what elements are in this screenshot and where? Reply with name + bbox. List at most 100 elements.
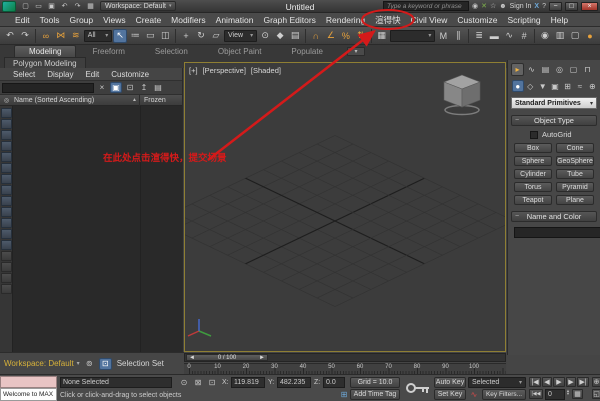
current-frame-field[interactable]: 0 — [545, 389, 565, 400]
torus-button[interactable]: Torus — [514, 182, 552, 192]
rendered-frame-icon[interactable]: ▢ — [568, 29, 582, 43]
geometry-category-icon[interactable]: ● — [512, 80, 524, 92]
z-coordinate-field[interactable]: 0.0 — [323, 377, 345, 388]
modify-tab-icon[interactable]: ∿ — [525, 63, 538, 76]
use-pivot-point-icon[interactable]: ⊙ — [258, 29, 272, 43]
angle-snap-icon[interactable]: ∠ — [324, 29, 338, 43]
clear-search-icon[interactable]: × — [96, 82, 108, 93]
explorer-search-input[interactable] — [2, 83, 94, 93]
tab-freeform[interactable]: Freeform — [78, 45, 138, 57]
select-and-manipulate-icon[interactable]: ◆ — [273, 29, 287, 43]
set-key-mode-icon[interactable] — [405, 379, 431, 397]
time-slider-handle[interactable]: ◄ 0 / 100 ► — [186, 354, 268, 361]
save-file-icon[interactable]: ▣ — [46, 1, 57, 11]
explorer-display-toggle-icon[interactable] — [1, 284, 12, 294]
autogrid-checkbox[interactable] — [530, 131, 538, 139]
explorer-menu-display[interactable]: Display — [42, 70, 78, 79]
explorer-display-toggle-icon[interactable] — [1, 130, 12, 140]
explorer-display-toggle-icon[interactable] — [1, 273, 12, 283]
explorer-menu-select[interactable]: Select — [8, 70, 40, 79]
exchange-apps-icon[interactable]: X — [534, 3, 539, 10]
tab-modeling[interactable]: Modeling — [14, 45, 76, 57]
create-tab-icon[interactable]: ▸ — [511, 63, 524, 76]
favorites-star-icon[interactable]: ☆ — [490, 2, 496, 10]
select-and-move-icon[interactable]: + — [179, 29, 193, 43]
menu-item-modifiers[interactable]: Modifiers — [166, 15, 210, 25]
menu-item-help[interactable]: Help — [546, 15, 573, 25]
cone-button[interactable]: Cone — [556, 143, 594, 153]
helpers-category-icon[interactable]: ⊞ — [562, 80, 573, 92]
spinner-snap-icon[interactable]: ⇅ — [354, 29, 368, 43]
y-coordinate-field[interactable]: 482.235 — [277, 377, 311, 388]
sign-in-link[interactable]: Sign In — [510, 3, 532, 10]
explorer-display-toggle-icon[interactable] — [1, 119, 12, 129]
x-coordinate-field[interactable]: 119.819 — [231, 377, 265, 388]
systems-category-icon[interactable]: ⊕ — [587, 80, 598, 92]
perspective-viewport[interactable]: [+] [Perspective] [Shaded] — [184, 62, 506, 352]
display-tab-icon[interactable]: ▢ — [567, 63, 580, 76]
menu-item-group[interactable]: Group — [65, 15, 99, 25]
pyramid-button[interactable]: Pyramid — [556, 182, 594, 192]
pick-parent-icon[interactable]: ↥ — [138, 82, 150, 93]
viewport-general-menu[interactable]: [+] — [189, 66, 198, 75]
plane-button[interactable]: Plane — [556, 195, 594, 205]
named-sets-dropdown[interactable]: ▾ — [390, 30, 436, 42]
lights-category-icon[interactable]: ▼ — [537, 80, 548, 92]
selection-lock-icon[interactable]: ⊡ — [99, 358, 112, 370]
explorer-menu-edit[interactable]: Edit — [80, 70, 104, 79]
auto-key-button[interactable]: Auto Key — [434, 377, 466, 388]
tube-button[interactable]: Tube — [556, 169, 594, 179]
column-frozen[interactable]: Frozen — [140, 97, 182, 104]
add-time-tag-icon[interactable]: ⊞ — [338, 389, 350, 400]
box-button[interactable]: Box — [514, 143, 552, 153]
object-type-rollout[interactable]: − Object Type — [511, 115, 597, 126]
frame-back-icon[interactable]: ◄ — [189, 355, 195, 361]
menu-item-animation[interactable]: Animation — [211, 15, 259, 25]
percent-snap-icon[interactable]: % — [339, 29, 353, 43]
cylinder-button[interactable]: Cylinder — [514, 169, 552, 179]
communication-center-icon[interactable]: ✕ — [481, 2, 487, 10]
snaps-toggle-icon[interactable]: ∩ — [309, 29, 323, 43]
select-and-rotate-icon[interactable]: ↻ — [194, 29, 208, 43]
explorer-menu-customize[interactable]: Customize — [106, 70, 154, 79]
menu-item-tools[interactable]: Tools — [35, 15, 65, 25]
select-by-name-icon[interactable]: ≔ — [128, 29, 142, 43]
lock-icon[interactable]: ⊡ — [124, 82, 136, 93]
selection-filter-dropdown[interactable]: All▾ — [84, 30, 112, 42]
add-time-tag-button[interactable]: Add Time Tag — [350, 389, 400, 400]
explorer-display-toggle-icon[interactable] — [1, 174, 12, 184]
menu-item-create[interactable]: Create — [131, 15, 167, 25]
chevron-down-icon[interactable]: ▾ — [77, 360, 80, 367]
menu-item-render-plugin[interactable]: 渲得快 — [370, 14, 406, 26]
menu-item-edit[interactable]: Edit — [10, 15, 35, 25]
motion-tab-icon[interactable]: ◎ — [553, 63, 566, 76]
geosphere-button[interactable]: GeoSphere — [556, 156, 594, 166]
select-and-scale-icon[interactable]: ▱ — [209, 29, 223, 43]
time-slider-track[interactable]: ◄ 0 / 100 ► — [184, 353, 506, 362]
select-object-icon[interactable]: ↖ — [113, 29, 127, 43]
ribbon-config-icon[interactable]: ▾ — [347, 47, 365, 56]
unlink-selection-icon[interactable]: ⋈ — [54, 29, 68, 43]
cameras-category-icon[interactable]: ▣ — [549, 80, 560, 92]
schematic-view-icon[interactable]: # — [517, 29, 531, 43]
sphere-button[interactable]: Sphere — [514, 156, 552, 166]
selected-set-dropdown[interactable]: Selected▾ — [468, 377, 526, 388]
go-to-start-icon[interactable]: |◀ — [529, 377, 541, 387]
explorer-select-icon[interactable]: ▣ — [110, 82, 122, 93]
explorer-display-toggle-icon[interactable] — [1, 185, 12, 195]
render-setup-icon[interactable]: ▥ — [553, 29, 567, 43]
zoom-icon[interactable]: ⊕ — [592, 377, 600, 387]
column-name[interactable]: ◎ Name (Sorted Ascending) ▲ — [0, 95, 140, 106]
hierarchy-tab-icon[interactable]: ▤ — [539, 63, 552, 76]
new-file-icon[interactable]: ▢ — [20, 1, 31, 11]
explorer-settings-icon[interactable]: ▤ — [152, 82, 164, 93]
explorer-list[interactable] — [0, 106, 182, 352]
workspace-dropdown[interactable]: Workspace: Default▾ — [100, 1, 176, 11]
close-button[interactable]: × — [581, 2, 598, 11]
maximize-button[interactable]: □ — [565, 2, 578, 11]
align-icon[interactable]: ∥ — [451, 29, 465, 43]
menu-item-civil-view[interactable]: Civil View — [406, 15, 453, 25]
timeline-ruler[interactable]: 0 10 20 30 40 50 60 70 80 90 100 — [184, 363, 506, 374]
frame-spinner[interactable]: ▲▼ — [566, 389, 570, 395]
keyboard-override-icon[interactable]: ▤ — [288, 29, 302, 43]
